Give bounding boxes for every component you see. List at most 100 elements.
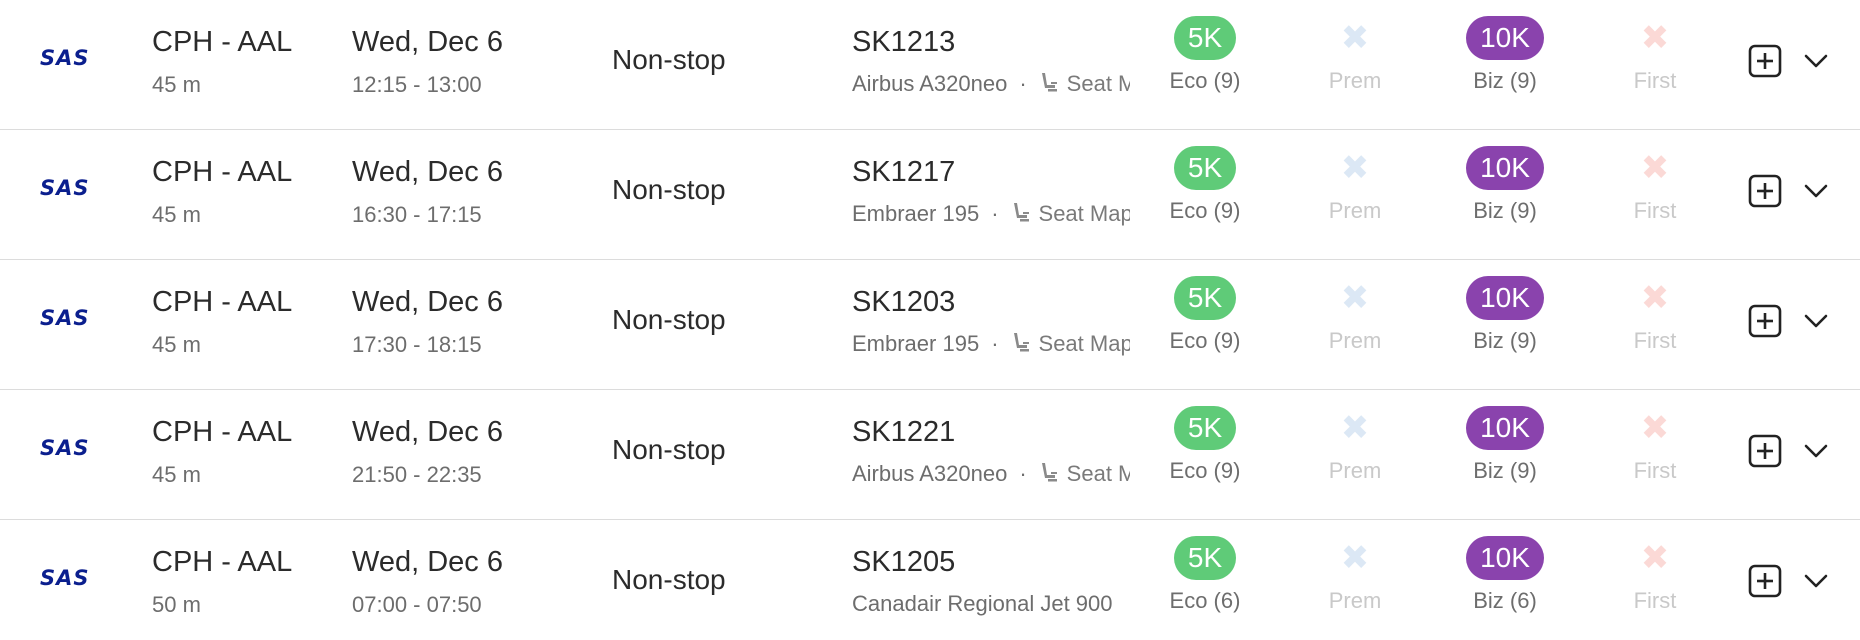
- flight-details: Embraer 195 · Seat Map: [852, 331, 1130, 361]
- aircraft-type: Airbus A320neo: [852, 461, 1008, 486]
- cabin-business[interactable]: 10K Biz (9): [1450, 276, 1560, 354]
- cabin-business[interactable]: 10K Biz (9): [1450, 406, 1560, 484]
- plus-square-icon[interactable]: [1748, 304, 1782, 338]
- cabin-premium: ✖ Prem: [1300, 276, 1410, 354]
- chevron-down-icon[interactable]: [1802, 570, 1830, 592]
- departure-date: Wed, Dec 6: [352, 416, 503, 448]
- departure-date: Wed, Dec 6: [352, 26, 503, 58]
- premium-label: Prem: [1328, 458, 1382, 483]
- route: CPH - AAL: [152, 26, 293, 58]
- flight-row[interactable]: SAS CPH - AAL 45 m Wed, Dec 6 12:15 - 13:00 N…: [0, 0, 1860, 130]
- flight-duration: 50 m: [152, 592, 201, 617]
- cabin-business[interactable]: 10K Biz (9): [1450, 146, 1560, 224]
- flight-number: SK1221: [852, 416, 956, 448]
- economy-label: Eco (9): [1169, 328, 1241, 353]
- aircraft-type: Canadair Regional Jet 900: [852, 591, 1113, 616]
- economy-label: Eco (9): [1169, 458, 1241, 483]
- x-icon: ✖: [1340, 19, 1370, 57]
- plus-square-icon[interactable]: [1748, 564, 1782, 598]
- economy-price-badge[interactable]: 5K: [1173, 406, 1237, 450]
- x-icon: ✖: [1340, 409, 1370, 447]
- seat-map-link[interactable]: Seat Map: [1067, 461, 1130, 486]
- sas-logo: SAS: [40, 46, 90, 70]
- flight-duration: 45 m: [152, 462, 201, 487]
- seat-icon: [1013, 333, 1029, 352]
- business-label: Biz (9): [1473, 68, 1537, 93]
- seat-map-link[interactable]: Seat Map: [1039, 331, 1130, 356]
- seat-map-link[interactable]: Seat Map: [1039, 201, 1130, 226]
- cabin-economy[interactable]: 5K Eco (9): [1150, 406, 1260, 484]
- business-label: Biz (6): [1473, 588, 1537, 613]
- cabin-economy[interactable]: 5K Eco (6): [1150, 536, 1260, 614]
- flight-details: Airbus A320neo · Seat Map: [852, 461, 1130, 491]
- economy-label: Eco (9): [1169, 198, 1241, 223]
- separator-dot: ·: [1019, 71, 1027, 96]
- route: CPH - AAL: [152, 416, 293, 448]
- flight-row[interactable]: SAS CPH - AAL 45 m Wed, Dec 6 16:30 - 17:15 N…: [0, 130, 1860, 260]
- economy-price-badge[interactable]: 5K: [1173, 16, 1237, 60]
- flight-details: Canadair Regional Jet 900: [852, 591, 1130, 621]
- premium-label: Prem: [1328, 68, 1382, 93]
- premium-label: Prem: [1328, 588, 1382, 613]
- sas-logo: SAS: [40, 306, 90, 330]
- separator-dot: ·: [991, 201, 999, 226]
- flight-details: Embraer 195 · Seat Map: [852, 201, 1130, 231]
- chevron-down-icon[interactable]: [1802, 180, 1830, 202]
- business-price-badge[interactable]: 10K: [1466, 146, 1544, 190]
- plus-square-icon[interactable]: [1748, 434, 1782, 468]
- sas-logo: SAS: [40, 566, 90, 590]
- business-price-badge[interactable]: 10K: [1466, 276, 1544, 320]
- aircraft-type: Airbus A320neo: [852, 71, 1008, 96]
- cabin-economy[interactable]: 5K Eco (9): [1150, 146, 1260, 224]
- route: CPH - AAL: [152, 286, 293, 318]
- separator-dot: ·: [991, 331, 999, 356]
- cabin-business[interactable]: 10K Biz (6): [1450, 536, 1560, 614]
- cabin-premium: ✖ Prem: [1300, 16, 1410, 94]
- cabin-first: ✖ First: [1600, 276, 1710, 354]
- seat-map-link[interactable]: Seat Map: [1067, 71, 1130, 96]
- cabin-first: ✖ First: [1600, 146, 1710, 224]
- economy-label: Eco (9): [1169, 68, 1241, 93]
- business-price-badge[interactable]: 10K: [1466, 536, 1544, 580]
- first-label: First: [1633, 458, 1677, 483]
- flight-times: 21:50 - 22:35: [352, 462, 482, 487]
- route: CPH - AAL: [152, 546, 293, 578]
- flight-row[interactable]: SAS CPH - AAL 50 m Wed, Dec 6 07:00 - 07:50 N…: [0, 520, 1860, 640]
- x-icon: ✖: [1640, 279, 1670, 317]
- seat-icon: [1041, 73, 1057, 92]
- stops: Non-stop: [612, 434, 726, 465]
- plus-square-icon[interactable]: [1748, 44, 1782, 78]
- first-label: First: [1633, 328, 1677, 353]
- x-icon: ✖: [1640, 149, 1670, 187]
- cabin-first: ✖ First: [1600, 536, 1710, 614]
- stops: Non-stop: [612, 174, 726, 205]
- first-label: First: [1633, 198, 1677, 223]
- aircraft-type: Embraer 195: [852, 331, 980, 356]
- cabin-economy[interactable]: 5K Eco (9): [1150, 276, 1260, 354]
- cabin-premium: ✖ Prem: [1300, 406, 1410, 484]
- plus-square-icon[interactable]: [1748, 174, 1782, 208]
- chevron-down-icon[interactable]: [1802, 440, 1830, 462]
- economy-price-badge[interactable]: 5K: [1173, 276, 1237, 320]
- premium-label: Prem: [1328, 328, 1382, 353]
- chevron-down-icon[interactable]: [1802, 310, 1830, 332]
- separator-dot: ·: [1019, 461, 1027, 486]
- business-price-badge[interactable]: 10K: [1466, 406, 1544, 450]
- flight-row[interactable]: SAS CPH - AAL 45 m Wed, Dec 6 17:30 - 18:15 N…: [0, 260, 1860, 390]
- flight-row[interactable]: SAS CPH - AAL 45 m Wed, Dec 6 21:50 - 22:35 N…: [0, 390, 1860, 520]
- economy-price-badge[interactable]: 5K: [1173, 536, 1237, 580]
- chevron-down-icon[interactable]: [1802, 50, 1830, 72]
- cabin-business[interactable]: 10K Biz (9): [1450, 16, 1560, 94]
- x-icon: ✖: [1640, 409, 1670, 447]
- business-label: Biz (9): [1473, 328, 1537, 353]
- flight-number: SK1203: [852, 286, 956, 318]
- stops: Non-stop: [612, 304, 726, 335]
- sas-logo: SAS: [40, 436, 90, 460]
- economy-label: Eco (6): [1169, 588, 1241, 613]
- cabin-economy[interactable]: 5K Eco (9): [1150, 16, 1260, 94]
- route: CPH - AAL: [152, 156, 293, 188]
- flight-number: SK1205: [852, 546, 956, 578]
- business-price-badge[interactable]: 10K: [1466, 16, 1544, 60]
- flight-times: 17:30 - 18:15: [352, 332, 482, 357]
- economy-price-badge[interactable]: 5K: [1173, 146, 1237, 190]
